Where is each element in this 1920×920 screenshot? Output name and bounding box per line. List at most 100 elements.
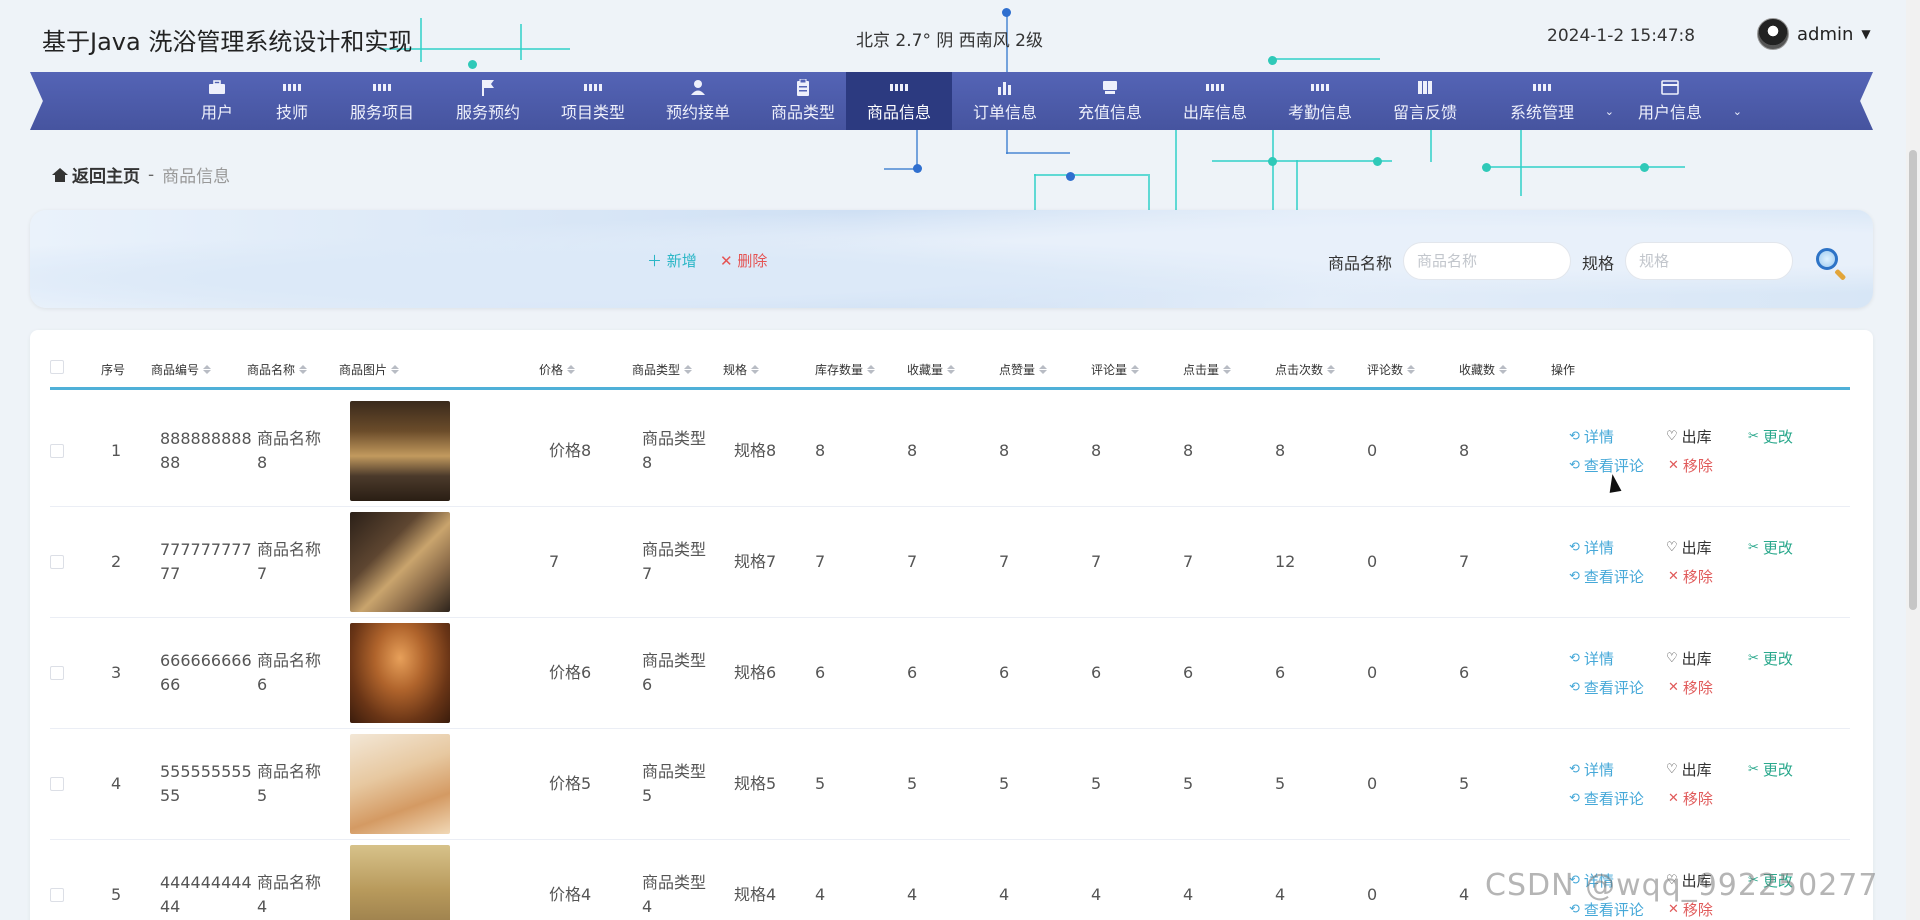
header-cell[interactable]: 评论数: [1367, 361, 1415, 378]
outbound-button[interactable]: ♡ 出库: [1666, 648, 1712, 669]
search-icon: [1816, 248, 1838, 270]
row-checkbox[interactable]: [50, 444, 64, 458]
spec: 规格5: [734, 774, 777, 793]
nav-item-services[interactable]: 服务项目: [332, 72, 432, 130]
header-cell[interactable]: 点击次数: [1275, 361, 1335, 378]
outbound-button[interactable]: ♡ 出库: [1666, 537, 1712, 558]
nav-label: 商品类型: [770, 103, 835, 122]
cell-click-times: 4: [1275, 885, 1286, 904]
view-comments-button[interactable]: ⟲ 查看评论: [1569, 788, 1644, 809]
search-button[interactable]: [1814, 246, 1848, 281]
view-comments-button[interactable]: ⟲ 查看评论: [1569, 455, 1644, 476]
action-label: 更改: [1762, 761, 1793, 779]
nav-item-feedback[interactable]: 留言反馈: [1375, 72, 1475, 130]
name-search-input[interactable]: [1403, 242, 1571, 280]
nav-item-recharge[interactable]: 充值信息: [1060, 72, 1160, 130]
header-cell[interactable]: 评论量: [1091, 361, 1139, 378]
nav-item-goods-info[interactable]: 商品信息: [846, 72, 952, 130]
nav-item-goods-types[interactable]: 商品类型: [753, 72, 853, 130]
sort-icon: [203, 365, 211, 374]
outbound-button[interactable]: ♡ 出库: [1666, 759, 1712, 780]
remove-button[interactable]: ✕ 移除: [1668, 677, 1713, 698]
header-cell[interactable]: 商品编号: [151, 361, 211, 378]
header-cell[interactable]: 规格: [723, 361, 759, 378]
header-cell[interactable]: 商品名称: [247, 361, 307, 378]
nav-item-users[interactable]: 用户: [182, 72, 252, 130]
heart-icon: ♡: [1666, 540, 1678, 555]
cell-like: 4: [999, 885, 1010, 904]
header-cell[interactable]: 点击量: [1183, 361, 1231, 378]
action-label: 移除: [1682, 790, 1713, 808]
cell-stock: 5: [815, 774, 826, 793]
nav-item-appointments[interactable]: 服务预约: [438, 72, 538, 130]
nav-item-technicians[interactable]: 技师: [257, 72, 327, 130]
add-button[interactable]: ＋ 新增: [647, 250, 697, 271]
grid-icon: [890, 79, 908, 95]
nav-label: 考勤信息: [1287, 103, 1352, 122]
edit-button[interactable]: ✂ 更改: [1748, 537, 1793, 558]
cell-fav: 5: [907, 774, 918, 793]
view-comments-button[interactable]: ⟲ 查看评论: [1569, 677, 1644, 698]
nav-item-project-types[interactable]: 项目类型: [543, 72, 643, 130]
header-label: 评论数: [1367, 363, 1404, 377]
header-cell[interactable]: 商品类型: [632, 361, 692, 378]
price: 价格5: [549, 774, 592, 793]
edit-button[interactable]: ✂ 更改: [1748, 759, 1793, 780]
nav-item-outbound[interactable]: 出库信息: [1165, 72, 1265, 130]
header-cell[interactable]: 库存数量: [815, 361, 875, 378]
close-icon: ✕: [720, 252, 733, 270]
edit-button[interactable]: ✂ 更改: [1748, 648, 1793, 669]
row-index: 1: [111, 441, 122, 460]
goods-type-line: 商品类型: [642, 651, 707, 670]
header-cell[interactable]: 商品图片: [339, 361, 399, 378]
spa-bath-photo[interactable]: [350, 512, 450, 612]
header-cell[interactable]: 点赞量: [999, 361, 1047, 378]
detail-button[interactable]: ⟲ 详情: [1569, 426, 1614, 447]
header-label: 商品编号: [151, 363, 200, 377]
sort-icon: [1223, 365, 1231, 374]
goods-code-line: 77: [160, 564, 181, 583]
lounge-room-photo[interactable]: [350, 401, 450, 501]
spec: 规格4: [734, 885, 777, 904]
remove-button[interactable]: ✕ 移除: [1668, 788, 1713, 809]
goods-type-line: 商品类型: [642, 429, 707, 448]
sauna-room-photo[interactable]: [350, 623, 450, 723]
outbound-button[interactable]: ♡ 出库: [1666, 426, 1712, 447]
home-link[interactable]: 返回主页: [52, 162, 140, 187]
grid-icon: [1206, 79, 1224, 95]
header-cell[interactable]: 收藏量: [907, 361, 955, 378]
remove-button[interactable]: ✕ 移除: [1668, 566, 1713, 587]
row-checkbox[interactable]: [50, 888, 64, 902]
edit-button[interactable]: ✂ 更改: [1748, 426, 1793, 447]
nav-item-orders[interactable]: 订单信息: [955, 72, 1055, 130]
view-comments-button[interactable]: ⟲ 查看评论: [1569, 566, 1644, 587]
select-all-checkbox[interactable]: [50, 360, 64, 374]
header-cell[interactable]: 价格: [539, 361, 575, 378]
remove-button[interactable]: ✕ 移除: [1668, 455, 1713, 476]
weather-info: 北京 2.7° 阴 西南风 2级: [856, 31, 1043, 51]
massage-photo[interactable]: [350, 734, 450, 834]
nav-item-user-info[interactable]: 用户信息 ⌄: [1620, 72, 1742, 130]
spec-search-input[interactable]: [1625, 242, 1793, 280]
detail-button[interactable]: ⟲ 详情: [1569, 648, 1614, 669]
action-label: 详情: [1583, 650, 1614, 668]
detail-button[interactable]: ⟲ 详情: [1569, 759, 1614, 780]
scrollbar[interactable]: [1906, 0, 1920, 920]
row-checkbox[interactable]: [50, 555, 64, 569]
goods-code-line: 555555555: [160, 762, 252, 781]
room-photo[interactable]: [350, 845, 450, 920]
nav-item-orders-accept[interactable]: 预约接单: [648, 72, 748, 130]
goods-name-line: 6: [257, 675, 268, 694]
user-menu[interactable]: admin ▼: [1757, 18, 1871, 50]
row-checkbox[interactable]: [50, 777, 64, 791]
delete-button[interactable]: ✕ 删除: [720, 250, 767, 271]
scrollbar-thumb[interactable]: [1909, 150, 1917, 610]
nav-item-attendance[interactable]: 考勤信息: [1270, 72, 1370, 130]
cell-click-times: 8: [1275, 441, 1286, 460]
row-checkbox[interactable]: [50, 666, 64, 680]
card-icon: [1101, 79, 1119, 95]
briefcase-icon: [208, 79, 226, 95]
header-cell[interactable]: 收藏数: [1459, 361, 1507, 378]
detail-button[interactable]: ⟲ 详情: [1569, 537, 1614, 558]
nav-item-system[interactable]: 系统管理 ⌄: [1492, 72, 1614, 130]
